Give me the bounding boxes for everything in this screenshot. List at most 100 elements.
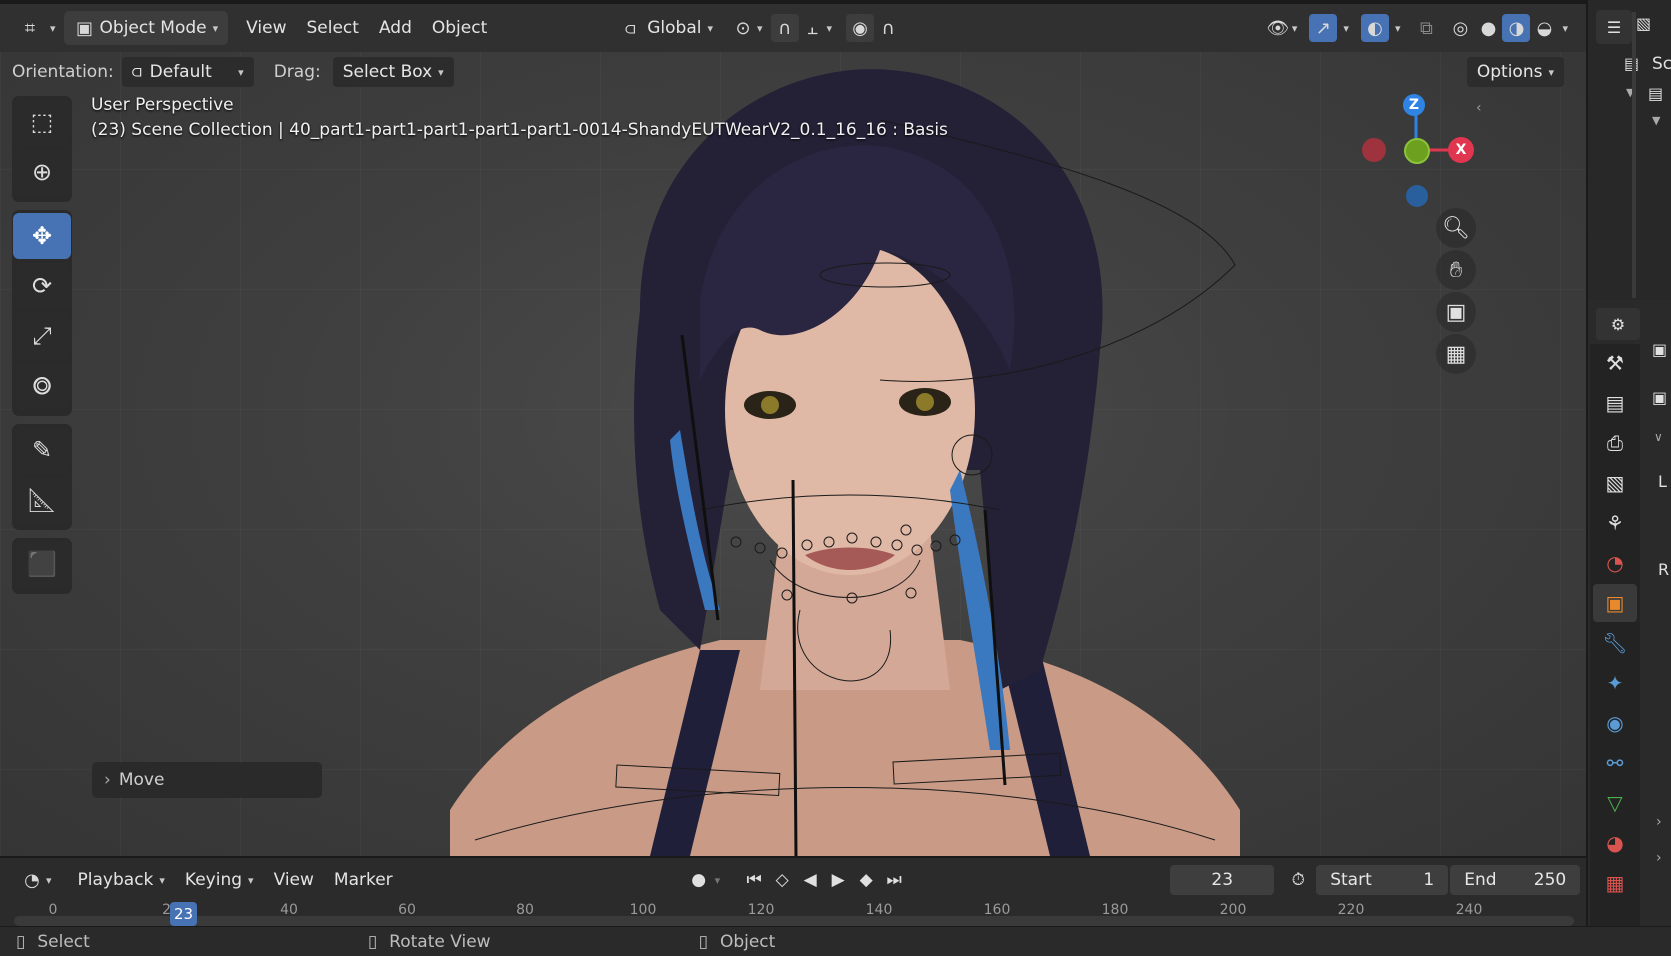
chevron-down-icon: ▾ [707,21,714,35]
panel-toggle-icon[interactable]: ▣ [1652,388,1667,407]
last-operator-panel[interactable]: › Move [92,762,322,798]
gizmo-y-axis[interactable] [1404,138,1430,164]
scale-tool-icon[interactable]: ⤢ [13,313,71,359]
transform-orientation-dropdown[interactable]: ⫏ Global ▾ [609,11,723,45]
stopwatch-icon[interactable]: ⏱︎ [1284,866,1312,894]
3d-viewport[interactable]: User Perspective (23) Scene Collection |… [0,50,1586,856]
render-tab-icon[interactable]: ▤ [1593,384,1637,422]
next-keyframe-icon[interactable]: ◆ [852,866,880,894]
visibility-eye-icon[interactable]: 👁︎ [1264,14,1292,42]
material-shading-icon[interactable]: ◑ [1502,14,1531,42]
jump-end-icon[interactable]: ⏭ [880,866,908,894]
tool-tab-icon[interactable]: ⚒ [1593,344,1637,382]
snap-increment-icon[interactable]: ⫠ [799,14,827,42]
chevron-down-icon[interactable]: ▾ [827,22,833,35]
gizmo-toggle-icon[interactable]: ↗ [1309,14,1338,42]
menu-keying[interactable]: Keying ▾ [175,863,264,897]
chevron-down-icon: ▾ [46,873,52,887]
physics-tab-icon[interactable]: ◉ [1593,704,1637,742]
wireframe-shading-icon[interactable]: ◎ [1446,14,1474,42]
expand-arrow-icon[interactable]: ▼ [1652,114,1660,127]
start-frame-field[interactable]: Start 1 [1316,865,1449,895]
proportional-edit-icon[interactable]: ◉ [846,14,875,42]
rotate-tool-icon[interactable]: ⟳ [13,263,71,309]
chevron-down-icon[interactable]: ▾ [757,22,763,35]
rendered-shading-icon[interactable]: ◒ [1530,14,1558,42]
texture-tab-icon[interactable]: ▦ [1593,864,1637,902]
properties-editor-icon[interactable]: ⚙︎ [1596,308,1640,340]
world-tab-icon[interactable]: ◔ [1593,544,1637,582]
gizmo-x-axis[interactable]: X [1448,137,1474,163]
play-icon[interactable]: ▶ [824,866,852,894]
particles-tab-icon[interactable]: ✦ [1593,664,1637,702]
gizmo-neg-z-axis[interactable] [1406,185,1428,207]
gizmo-neg-x-axis[interactable] [1362,138,1386,162]
menu-timeline-view[interactable]: View [264,863,324,897]
cursor-tool-icon[interactable]: ⊕ [13,149,71,195]
add-cube-icon[interactable]: ⬛ [13,541,71,587]
chevron-down-icon[interactable]: ∨ [1654,430,1663,444]
constraints-tab-icon[interactable]: ⚯ [1593,744,1637,782]
chevron-right-icon: › [104,770,111,790]
sidebar-toggle-icon[interactable]: ‹ [1476,100,1482,116]
snap-magnet-icon[interactable]: ∩ [770,14,799,42]
chevron-down-icon[interactable]: ▾ [1292,22,1298,35]
zoom-icon[interactable]: 🔍︎ [1436,208,1476,248]
move-tool-icon[interactable]: ✥ [13,213,71,259]
material-tab-icon[interactable]: ◕ [1593,824,1637,862]
menu-marker[interactable]: Marker [324,863,403,897]
current-frame-marker[interactable]: 23 [170,902,198,926]
chevron-down-icon[interactable]: ▾ [1562,22,1568,35]
outliner-scrollbar[interactable] [1632,12,1636,298]
options-dropdown[interactable]: Options ▾ [1466,57,1564,87]
mode-dropdown[interactable]: ▣ Object Mode ▾ [63,11,229,45]
outliner-editor-icon[interactable]: ☰ [1596,10,1632,44]
chevron-right-icon[interactable]: › [1656,814,1662,830]
menu-object[interactable]: Object [422,11,497,45]
play-reverse-icon[interactable]: ◀ [796,866,824,894]
xray-icon[interactable]: ⧉ [1412,14,1440,42]
measure-ruler-icon[interactable]: 📐︎ [13,477,71,523]
menu-view[interactable]: View [236,11,296,45]
start-value: 1 [1423,870,1435,890]
gizmo-z-axis[interactable]: Z [1403,94,1425,116]
drag-dropdown[interactable]: Select Box ▾ [332,57,454,87]
view-layer-tab-icon[interactable]: ▧ [1593,464,1637,502]
pivot-point-icon[interactable]: ⊙ [729,14,757,42]
props-label-2: R [1658,560,1670,579]
record-icon[interactable]: ● [685,866,713,894]
scene-tab-icon[interactable]: ⚘ [1593,504,1637,542]
orientation-dropdown[interactable]: ⫏ Default ▾ [121,57,254,87]
overlays-icon[interactable]: ◐ [1360,14,1389,42]
panel-toggle-icon[interactable]: ▣ [1652,340,1667,359]
editor-type-button[interactable]: ⌗ ▾ [10,11,62,45]
prev-keyframe-icon[interactable]: ◇ [768,866,796,894]
camera-view-icon[interactable]: ▣ [1436,292,1476,332]
navigation-gizmo[interactable]: Z X [1360,90,1480,210]
transform-tool-icon[interactable]: ⭗ [13,363,71,409]
menu-select[interactable]: Select [297,11,369,45]
jump-start-icon[interactable]: ⏮ [740,866,768,894]
object-tab-icon[interactable]: ▣ [1593,584,1637,622]
menu-playback[interactable]: Playback ▾ [68,863,175,897]
output-tab-icon[interactable]: ⎙ [1593,424,1637,462]
chevron-down-icon[interactable]: ▾ [715,874,721,887]
modifier-wrench-icon[interactable]: 🔧︎ [1593,624,1637,662]
current-frame-field[interactable]: 23 [1170,865,1275,895]
select-box-tool-icon[interactable]: ⬚ [13,99,71,145]
timeline-editor-type-button[interactable]: ◔ ▾ [12,863,58,897]
chevron-down-icon[interactable]: ▾ [1343,22,1349,35]
chevron-down-icon[interactable]: ▾ [1395,22,1401,35]
outliner-filter-icon[interactable]: ▧ [1636,14,1651,33]
data-tab-icon[interactable]: ▽ [1593,784,1637,822]
solid-shading-icon[interactable]: ● [1474,14,1502,42]
chevron-right-icon[interactable]: › [1656,850,1662,866]
falloff-curve-icon[interactable]: ∩ [874,14,902,42]
ortho-grid-icon[interactable]: ▦ [1436,334,1476,374]
annotate-pencil-icon[interactable]: ✎ [13,427,71,473]
menu-add[interactable]: Add [369,11,422,45]
timeline-scrollbar[interactable] [14,916,1574,926]
pan-hand-icon[interactable]: ✋︎ [1436,250,1476,290]
outliner-scene-label: Sc [1652,54,1671,74]
end-frame-field[interactable]: End 250 [1450,865,1581,895]
